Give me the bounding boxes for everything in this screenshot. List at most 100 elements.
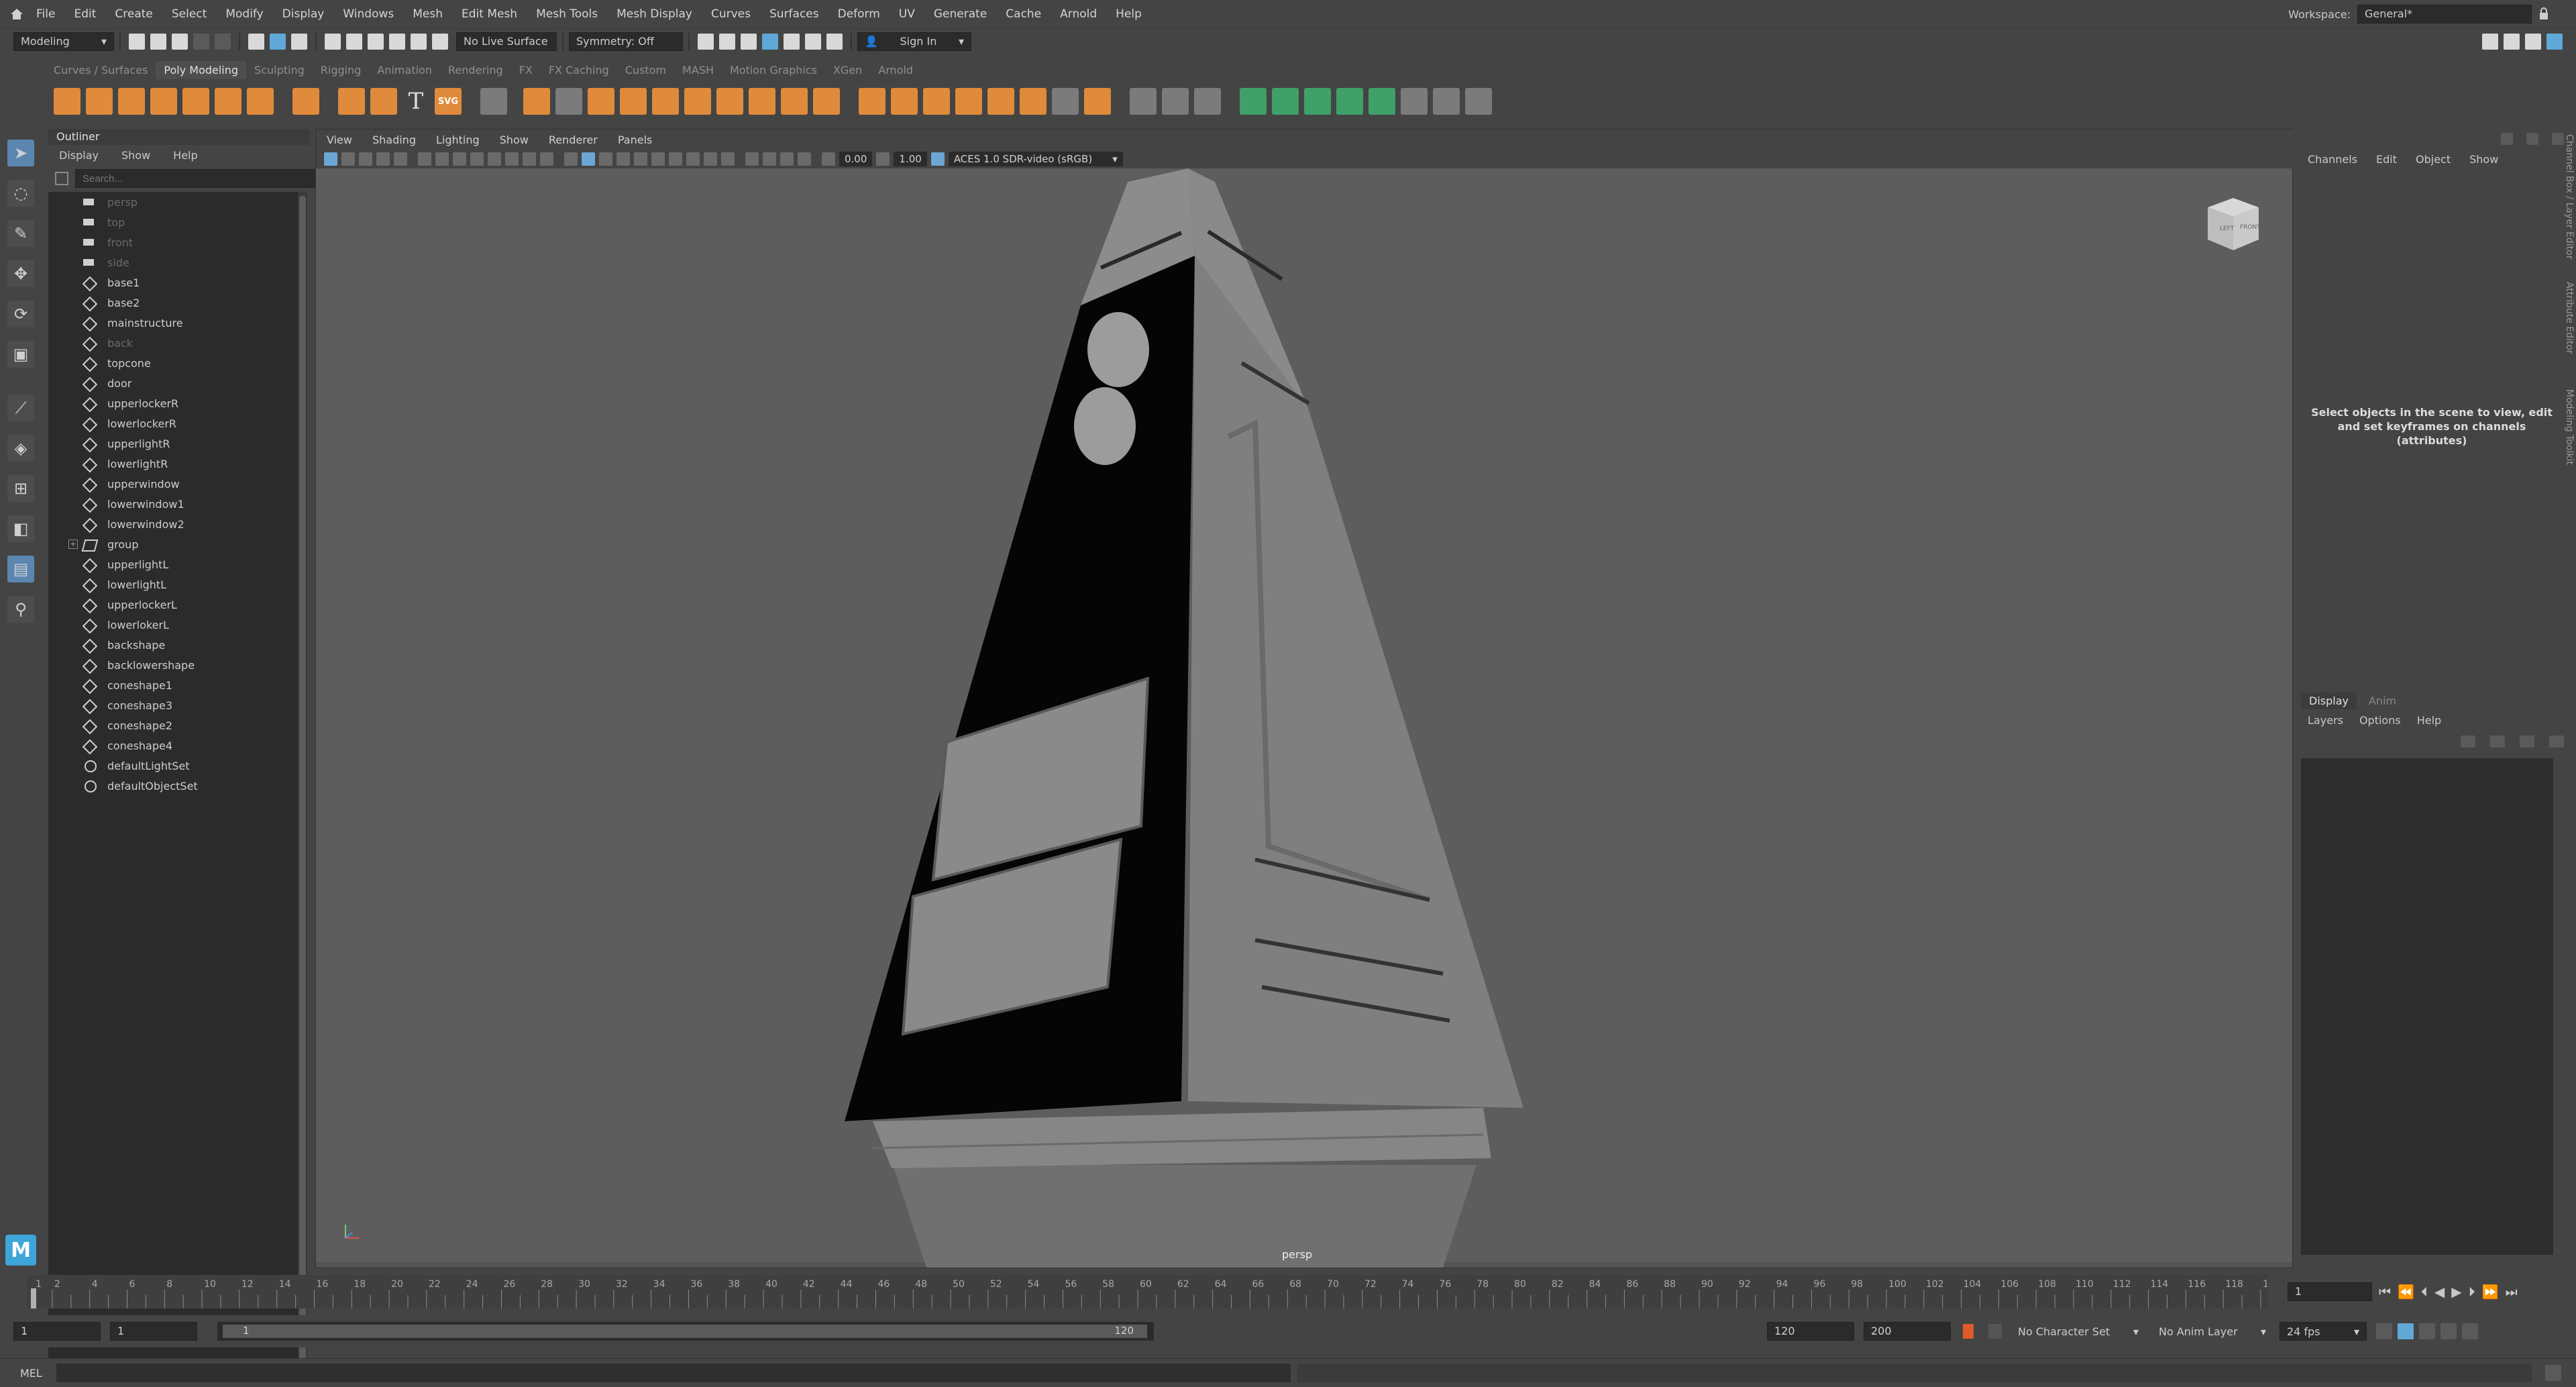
super-shape-icon[interactable] (338, 88, 365, 115)
shelf-tab-rigging[interactable]: Rigging (313, 61, 370, 79)
render-view-icon[interactable] (784, 33, 800, 50)
live-surface-field[interactable]: No Live Surface (456, 32, 557, 51)
render-settings-icon[interactable] (741, 33, 757, 50)
menu-surfaces[interactable]: Surfaces (769, 7, 819, 21)
scale-tool-icon[interactable]: ▣ (7, 341, 34, 368)
image-plane-icon[interactable] (376, 152, 390, 166)
command-input[interactable] (56, 1364, 1291, 1382)
side-tab-2[interactable]: Modeling Toolkit (2564, 389, 2575, 465)
layer-list[interactable] (2301, 758, 2553, 1255)
open-scene-icon[interactable] (150, 33, 166, 50)
lasso-tool-icon[interactable]: ◌ (7, 180, 34, 207)
move-tool-icon[interactable]: ✥ (7, 260, 34, 287)
boolean-icon[interactable] (620, 88, 647, 115)
viewport-menu-show[interactable]: Show (500, 134, 529, 146)
arnold-render-icon[interactable] (805, 33, 821, 50)
outliner-item[interactable]: lowerwindow1 (48, 494, 301, 514)
snap-view-plane-icon[interactable] (411, 33, 427, 50)
use-all-lights-icon[interactable] (634, 152, 647, 166)
layer-tab-display[interactable]: Display (2301, 692, 2357, 709)
poly-sphere-icon[interactable] (54, 88, 80, 115)
bevel-icon[interactable] (749, 88, 775, 115)
animation-end-field[interactable]: 200 (1864, 1322, 1951, 1341)
new-layer-from-selection-icon[interactable] (2549, 735, 2564, 748)
viewport-menu-panels[interactable]: Panels (618, 134, 653, 146)
menu-create[interactable]: Create (115, 7, 153, 21)
outliner-item[interactable]: defaultObjectSet (48, 776, 301, 796)
spherical-mapping-icon[interactable] (1304, 88, 1331, 115)
gate-mask-icon[interactable] (488, 152, 501, 166)
xray-icon[interactable] (763, 152, 776, 166)
xray-joints-icon[interactable] (780, 152, 794, 166)
grease-pencil-icon[interactable] (418, 152, 431, 166)
soft-select-icon[interactable]: ⟋ (7, 395, 34, 421)
outliner-persp-layout-icon[interactable]: ▤ (7, 556, 34, 582)
outliner-item[interactable]: base2 (48, 293, 301, 313)
multi-cut-icon[interactable] (859, 88, 885, 115)
color-management-icon[interactable] (930, 152, 945, 166)
menu-mesh-display[interactable]: Mesh Display (616, 7, 692, 21)
undo-icon[interactable] (193, 33, 209, 50)
automatic-mapping-icon[interactable] (1336, 88, 1363, 115)
outliner-item[interactable]: upperwindow (48, 474, 301, 494)
snap-curve-icon[interactable] (346, 33, 362, 50)
menu-file[interactable]: File (36, 7, 55, 21)
channel-box-sync-icon[interactable] (2526, 133, 2538, 145)
outliner-item[interactable]: front (48, 232, 301, 252)
sweep-mesh-icon[interactable] (370, 88, 397, 115)
redo-icon[interactable] (215, 33, 231, 50)
layer-tab-anim[interactable]: Anim (2361, 692, 2404, 709)
step-forward-key-icon[interactable]: ⏩ (2482, 1284, 2499, 1300)
outliner-item[interactable]: back (48, 333, 301, 353)
menu-deform[interactable]: Deform (838, 7, 880, 21)
poly-cube-icon[interactable] (86, 88, 113, 115)
outliner-item[interactable]: backlowershape (48, 655, 301, 675)
bookmark-icon[interactable] (359, 152, 372, 166)
svg-tool-icon[interactable]: SVG (435, 88, 462, 115)
home-icon[interactable] (9, 7, 24, 21)
viewport-menu-view[interactable]: View (327, 134, 352, 146)
ambient-occlusion-icon[interactable] (669, 152, 682, 166)
relax-icon[interactable] (1162, 88, 1189, 115)
outliner-item[interactable]: mainstructure (48, 313, 301, 333)
current-frame-field[interactable]: 1 (2288, 1282, 2372, 1301)
channel-box-menu-object[interactable]: Object (2416, 153, 2451, 166)
gamma-icon[interactable] (876, 152, 890, 166)
connect-icon[interactable] (955, 88, 982, 115)
outliner-item[interactable]: coneshape1 (48, 675, 301, 695)
sign-in-button[interactable]: 👤 Sign In ▾ (857, 32, 971, 51)
motion-blur-icon[interactable] (686, 152, 700, 166)
base-lower[interactable] (893, 1165, 1477, 1268)
view-cube[interactable]: LEFT FRONT (2201, 195, 2265, 253)
time-slider[interactable]: 1 2 4 6 8 10 12 14 16 18 20 22 24 26 28 30 32 34 36 38 40 42 4… (27, 1275, 2281, 1308)
move-layer-up-icon[interactable] (2461, 735, 2475, 748)
gamma-field[interactable]: 1.00 (894, 152, 927, 166)
current-time-marker[interactable] (31, 1288, 36, 1308)
base-upper[interactable] (873, 1108, 1491, 1168)
smooth-shade-icon[interactable] (582, 152, 595, 166)
shelf-tab-custom[interactable]: Custom (617, 61, 674, 79)
poly-cone-icon[interactable] (150, 88, 177, 115)
safe-title-icon[interactable] (540, 152, 553, 166)
scene-model[interactable] (316, 168, 2292, 1268)
tool-settings-toggle-icon[interactable] (2525, 33, 2541, 50)
expand-toggle-icon[interactable]: + (68, 540, 78, 549)
crease-icon[interactable] (1194, 88, 1221, 115)
playback-start-field[interactable]: 1 (110, 1322, 197, 1341)
outliner-item[interactable]: topcone (48, 353, 301, 373)
depth-of-field-icon[interactable] (721, 152, 735, 166)
modeling-toolkit-toggle-icon[interactable] (2482, 33, 2498, 50)
shelf-tab-rendering[interactable]: Rendering (440, 61, 511, 79)
select-object-icon[interactable] (270, 33, 286, 50)
outliner-item[interactable]: door (48, 373, 301, 393)
channel-box-menu-edit[interactable]: Edit (2376, 153, 2397, 166)
outliner-item[interactable]: + group (48, 534, 301, 554)
outliner-item[interactable]: backshape (48, 635, 301, 655)
outliner-item[interactable]: lowerlightL (48, 574, 301, 595)
outliner-item[interactable]: lowerwindow2 (48, 514, 301, 534)
command-language-label[interactable]: MEL (20, 1367, 56, 1380)
layer-menu-layers[interactable]: Layers (2308, 714, 2343, 727)
modeling-toolkit-icon[interactable] (480, 88, 507, 115)
layer-menu-help[interactable]: Help (2417, 714, 2441, 727)
playback-speed-icon[interactable] (2440, 1323, 2457, 1339)
